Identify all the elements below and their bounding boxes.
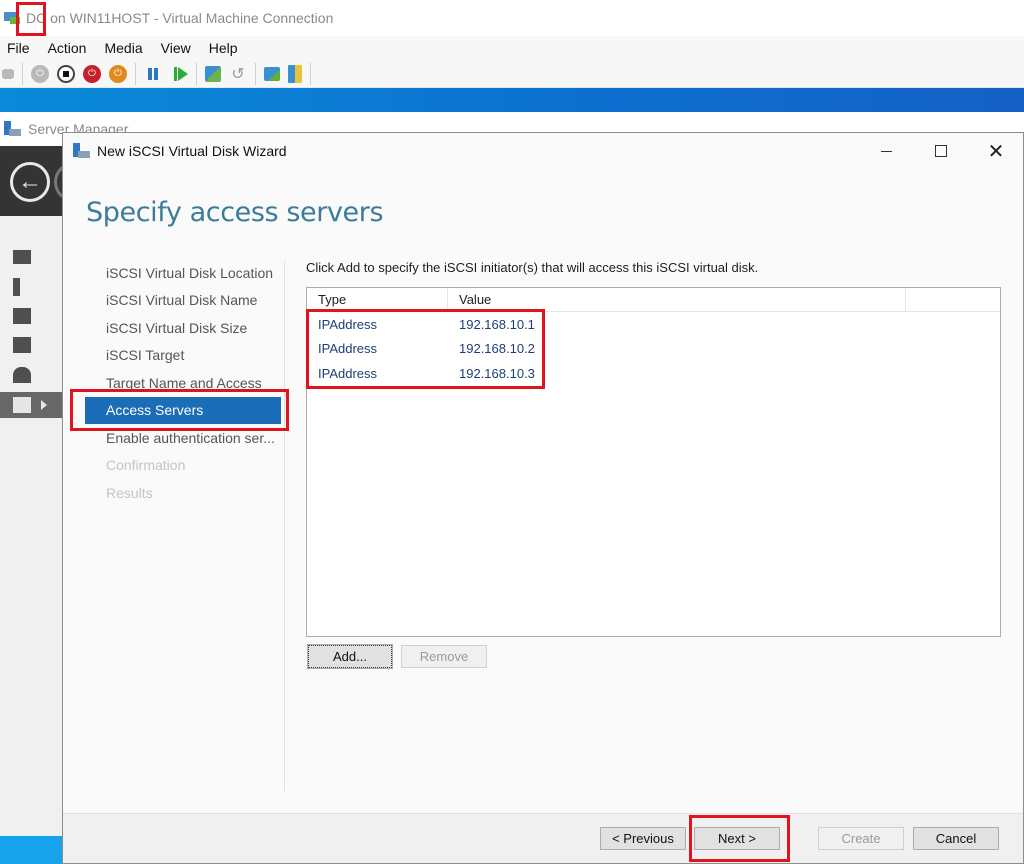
step-confirmation: Confirmation — [106, 457, 186, 474]
wizard-steps: iSCSI Virtual Disk Location iSCSI Virtua… — [85, 259, 285, 507]
step-enable-authentication[interactable]: Enable authentication ser... — [85, 424, 281, 452]
previous-button[interactable]: < Previous — [600, 827, 686, 850]
vm-connection-icon — [4, 11, 22, 25]
server-manager-sidebar — [0, 216, 64, 836]
vm-window-title: DC on WIN11HOST - Virtual Machine Connec… — [26, 10, 334, 26]
toolbar-separator — [22, 62, 23, 85]
create-button[interactable]: Create — [818, 827, 904, 850]
access-servers-list[interactable]: Type Value IPAddress 192.168.10.1 IPAddr… — [306, 287, 1001, 637]
list-row[interactable]: IPAddress 192.168.10.2 — [307, 337, 1000, 362]
expand-arrow-icon — [41, 400, 47, 410]
file-storage-services-icon[interactable] — [0, 392, 64, 418]
minimize-button[interactable] — [863, 133, 909, 169]
vm-title-bar: DC on WIN11HOST - Virtual Machine Connec… — [0, 0, 1024, 36]
menu-action[interactable]: Action — [41, 40, 98, 56]
enhanced-session-icon[interactable] — [264, 66, 280, 81]
cell-type: IPAddress — [318, 365, 378, 381]
share-icon[interactable] — [288, 64, 302, 83]
desktop-background — [0, 88, 1024, 112]
close-icon: ✕ — [987, 140, 1005, 163]
cell-type: IPAddress — [318, 341, 378, 357]
remove-button[interactable]: Remove — [401, 645, 487, 668]
next-button[interactable]: Next > — [694, 827, 780, 850]
vm-menu-bar: File Action Media View Help — [0, 36, 1024, 60]
server-manager-icon — [4, 121, 22, 137]
column-header-filler — [906, 288, 1000, 311]
menu-file[interactable]: File — [0, 40, 41, 56]
ctrl-alt-del-icon[interactable] — [2, 68, 14, 79]
step-iscsi-target[interactable]: iSCSI Target — [85, 342, 281, 370]
step-disk-name[interactable]: iSCSI Virtual Disk Name — [85, 287, 281, 315]
column-header-type[interactable]: Type — [307, 288, 448, 311]
local-server-icon[interactable] — [0, 274, 64, 300]
server-manager-header: ← — [0, 146, 94, 216]
menu-view[interactable]: View — [154, 40, 202, 56]
pause-icon[interactable] — [144, 65, 162, 83]
cell-value: 192.168.10.2 — [459, 341, 535, 357]
step-target-name-access[interactable]: Target Name and Access — [85, 369, 281, 397]
revert-icon[interactable]: ↺ — [229, 65, 247, 83]
iscsi-wizard-dialog: New iSCSI Virtual Disk Wizard ✕ Specify … — [62, 132, 1024, 864]
iis-icon[interactable] — [0, 362, 64, 388]
save-icon[interactable]: ⏻ — [109, 64, 127, 83]
toolbar-separator — [310, 62, 311, 85]
step-disk-location[interactable]: iSCSI Virtual Disk Location — [85, 259, 281, 287]
list-row[interactable]: IPAddress 192.168.10.3 — [307, 361, 1000, 386]
toolbar-separator — [135, 62, 136, 85]
step-access-servers[interactable]: Access Servers — [85, 396, 281, 424]
page-title: Specify access servers — [86, 197, 384, 228]
close-button[interactable]: ✕ — [973, 133, 1019, 169]
toolbar-separator — [196, 62, 197, 85]
all-servers-icon[interactable] — [0, 303, 64, 329]
cell-value: 192.168.10.3 — [459, 365, 535, 381]
add-button[interactable]: Add... — [307, 644, 393, 669]
dashboard-icon[interactable] — [0, 244, 64, 270]
step-disk-size[interactable]: iSCSI Virtual Disk Size — [85, 314, 281, 342]
toolbar-separator — [255, 62, 256, 85]
file-storage-icon[interactable] — [0, 332, 64, 358]
list-header: Type Value — [307, 288, 1000, 312]
menu-media[interactable]: Media — [97, 40, 153, 56]
step-results: Results — [106, 484, 153, 501]
list-row[interactable]: IPAddress 192.168.10.1 — [307, 312, 1000, 337]
vm-toolbar: ⏻ ⏻ ⏻ ↺ — [0, 60, 1024, 88]
checkpoint-icon[interactable] — [205, 65, 221, 82]
shutdown-icon[interactable]: ⏻ — [83, 64, 101, 83]
steps-divider — [284, 261, 285, 791]
wizard-title: New iSCSI Virtual Disk Wizard — [97, 143, 287, 159]
wizard-icon — [73, 143, 91, 159]
maximize-button[interactable] — [918, 133, 964, 169]
instruction-text: Click Add to specify the iSCSI initiator… — [306, 260, 759, 275]
column-header-value[interactable]: Value — [448, 288, 906, 311]
turn-off-icon[interactable] — [57, 64, 75, 83]
cancel-button[interactable]: Cancel — [913, 827, 999, 850]
wizard-footer: < Previous Next > Create Cancel — [63, 813, 1023, 863]
start-icon[interactable]: ⏻ — [31, 64, 49, 83]
back-button[interactable]: ← — [10, 162, 50, 202]
cell-value: 192.168.10.1 — [459, 316, 535, 332]
taskbar-strip — [0, 836, 64, 864]
menu-help[interactable]: Help — [202, 40, 249, 56]
resume-icon[interactable] — [170, 65, 188, 83]
cell-type: IPAddress — [318, 316, 378, 332]
